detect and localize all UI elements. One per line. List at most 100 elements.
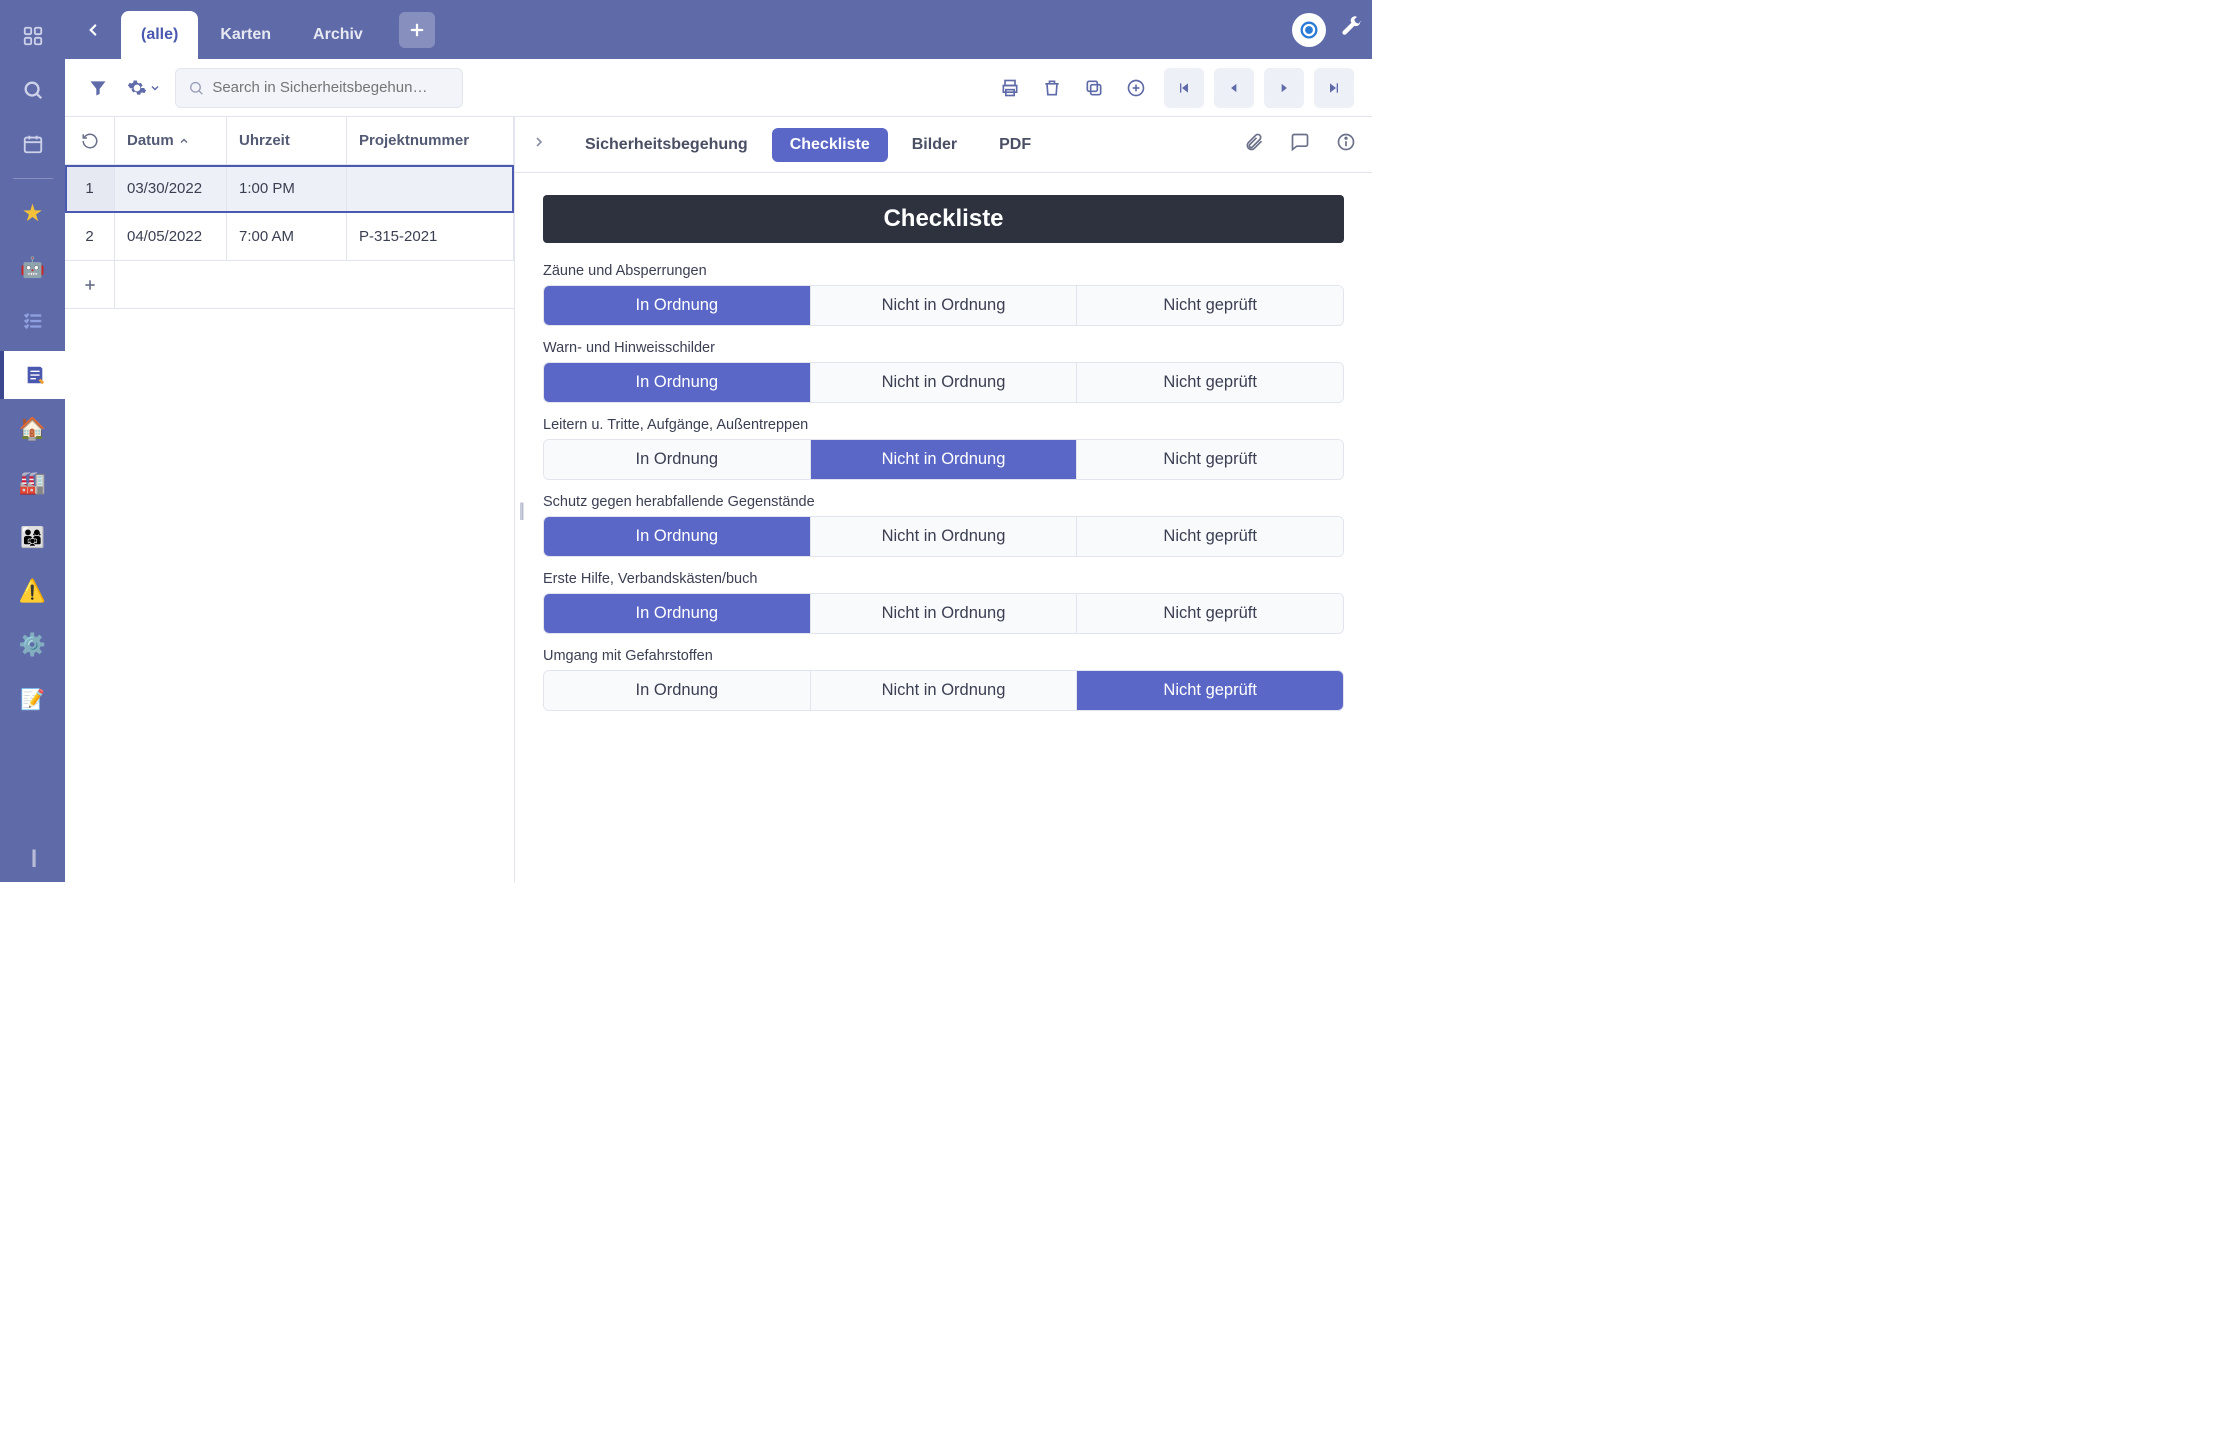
checklist-item-label: Erste Hilfe, Verbandskästen/buch (543, 571, 1344, 587)
cell-projektnummer[interactable] (347, 165, 514, 212)
segmented-control: In OrdnungNicht in OrdnungNicht geprüft (543, 362, 1344, 403)
detail-panel: SicherheitsbegehungChecklisteBilderPDF (515, 117, 1372, 882)
filter-button[interactable] (83, 73, 113, 103)
segment-ok[interactable]: In Ordnung (544, 594, 811, 633)
segment-ok[interactable]: In Ordnung (544, 286, 811, 325)
checklist-item-label: Umgang mit Gefahrstoffen (543, 648, 1344, 664)
back-button[interactable] (75, 12, 111, 48)
segment-nc[interactable]: Nicht geprüft (1077, 286, 1343, 325)
checklist-item-label: Zäune und Absperrungen (543, 263, 1344, 279)
cell-uhrzeit[interactable]: 7:00 AM (227, 213, 347, 260)
segment-nok[interactable]: Nicht in Ordnung (811, 363, 1078, 402)
view-settings-button[interactable] (127, 78, 161, 98)
delete-button[interactable] (1034, 70, 1070, 106)
segment-ok[interactable]: In Ordnung (544, 440, 811, 479)
rail-item-settings[interactable]: ⚙️ (9, 621, 57, 669)
cell-projektnummer[interactable]: P-315-2021 (347, 213, 514, 260)
add-tab-button[interactable] (399, 12, 435, 48)
column-header-datum[interactable]: Datum (115, 117, 227, 164)
add-record-button[interactable] (1118, 70, 1154, 106)
checklist-title: Checkliste (543, 195, 1344, 243)
rail-item-people[interactable]: 👨‍👩‍👧 (9, 513, 57, 561)
app-logo[interactable] (1292, 13, 1326, 47)
row-number: 2 (65, 213, 115, 260)
nav-last-button[interactable] (1314, 68, 1354, 108)
segment-nc[interactable]: Nicht geprüft (1077, 440, 1343, 479)
segment-nok[interactable]: Nicht in Ordnung (811, 594, 1078, 633)
rail-item-apps[interactable] (9, 12, 57, 60)
tools-button[interactable] (1340, 16, 1362, 44)
view-tab-0[interactable]: (alle) (121, 11, 198, 59)
rail-item-search[interactable] (9, 66, 57, 114)
detail-tab-0[interactable]: Sicherheitsbegehung (567, 128, 766, 162)
attachments-icon[interactable] (1244, 132, 1264, 157)
segmented-control: In OrdnungNicht in OrdnungNicht geprüft (543, 439, 1344, 480)
column-header-uhrzeit[interactable]: Uhrzeit (227, 117, 347, 164)
view-tab-1[interactable]: Karten (200, 11, 291, 59)
segment-nc[interactable]: Nicht geprüft (1077, 594, 1343, 633)
segment-ok[interactable]: In Ordnung (544, 517, 811, 556)
add-row-button[interactable] (65, 261, 115, 308)
record-grid: Datum Uhrzeit Projektnummer 103/30/20221… (65, 117, 515, 882)
comments-icon[interactable] (1290, 132, 1310, 157)
info-icon[interactable] (1336, 132, 1356, 157)
segmented-control: In OrdnungNicht in OrdnungNicht geprüft (543, 670, 1344, 711)
row-number: 1 (65, 165, 115, 212)
rail-divider (13, 178, 53, 179)
collapse-detail-button[interactable] (531, 134, 561, 155)
table-row[interactable]: 103/30/20221:00 PM (65, 165, 514, 213)
segment-ok[interactable]: In Ordnung (544, 671, 811, 710)
segment-nok[interactable]: Nicht in Ordnung (811, 440, 1078, 479)
segment-ok[interactable]: In Ordnung (544, 363, 811, 402)
rail-item-checklist[interactable] (9, 297, 57, 345)
segment-nc[interactable]: Nicht geprüft (1077, 363, 1343, 402)
detail-tab-3[interactable]: PDF (981, 128, 1049, 162)
detail-tab-1[interactable]: Checkliste (772, 128, 888, 162)
print-button[interactable] (992, 70, 1028, 106)
rail-item-robot[interactable]: 🤖 (9, 243, 57, 291)
checklist-item: Warn- und HinweisschilderIn OrdnungNicht… (543, 340, 1344, 403)
segment-nok[interactable]: Nicht in Ordnung (811, 286, 1078, 325)
checklist-item-label: Schutz gegen herabfallende Gegenstände (543, 494, 1344, 510)
splitter-handle[interactable]: || (519, 500, 522, 521)
rail-item-edit[interactable]: 📝 (9, 675, 57, 723)
refresh-button[interactable] (65, 117, 115, 164)
checklist-item: Leitern u. Tritte, Aufgänge, Außentreppe… (543, 417, 1344, 480)
nav-first-button[interactable] (1164, 68, 1204, 108)
topbar: (alle)KartenArchiv (65, 0, 1372, 59)
rail-item-home[interactable]: 🏠 (9, 405, 57, 453)
cell-datum[interactable]: 03/30/2022 (115, 165, 227, 212)
checklist-item-label: Warn- und Hinweisschilder (543, 340, 1344, 356)
checklist-item: Umgang mit GefahrstoffenIn OrdnungNicht … (543, 648, 1344, 711)
duplicate-button[interactable] (1076, 70, 1112, 106)
segmented-control: In OrdnungNicht in OrdnungNicht geprüft (543, 285, 1344, 326)
rail-item-notes[interactable] (0, 351, 65, 399)
segment-nc[interactable]: Nicht geprüft (1077, 517, 1343, 556)
rail-item-favorites[interactable]: ★ (9, 189, 57, 237)
rail-resize-handle[interactable]: || (31, 847, 34, 868)
segmented-control: In OrdnungNicht in OrdnungNicht geprüft (543, 593, 1344, 634)
table-row[interactable]: 204/05/20227:00 AMP-315-2021 (65, 213, 514, 261)
segment-nc[interactable]: Nicht geprüft (1077, 671, 1343, 710)
rail-item-warning[interactable]: ⚠️ (9, 567, 57, 615)
rail-item-factory[interactable]: 🏭 (9, 459, 57, 507)
cell-uhrzeit[interactable]: 1:00 PM (227, 165, 347, 212)
nav-next-button[interactable] (1264, 68, 1304, 108)
side-rail: ★ 🤖 🏠 🏭 👨‍👩‍👧 ⚠️ ⚙️ 📝 || (0, 0, 65, 882)
search-input[interactable] (212, 79, 450, 96)
checklist-item-label: Leitern u. Tritte, Aufgänge, Außentreppe… (543, 417, 1344, 433)
checklist-item: Schutz gegen herabfallende Gegenstände In… (543, 494, 1344, 557)
search-box[interactable] (175, 68, 463, 108)
view-tabs: (alle)KartenArchiv (121, 0, 383, 59)
checklist-item: Erste Hilfe, Verbandskästen/buch In Ordnu… (543, 571, 1344, 634)
cell-datum[interactable]: 04/05/2022 (115, 213, 227, 260)
segment-nok[interactable]: Nicht in Ordnung (811, 671, 1078, 710)
rail-item-calendar[interactable] (9, 120, 57, 168)
column-header-projektnummer[interactable]: Projektnummer (347, 117, 514, 164)
checklist-item: Zäune und Absperrungen In OrdnungNicht in… (543, 263, 1344, 326)
detail-tab-2[interactable]: Bilder (894, 128, 975, 162)
nav-prev-button[interactable] (1214, 68, 1254, 108)
segmented-control: In OrdnungNicht in OrdnungNicht geprüft (543, 516, 1344, 557)
view-tab-2[interactable]: Archiv (293, 11, 383, 59)
segment-nok[interactable]: Nicht in Ordnung (811, 517, 1078, 556)
